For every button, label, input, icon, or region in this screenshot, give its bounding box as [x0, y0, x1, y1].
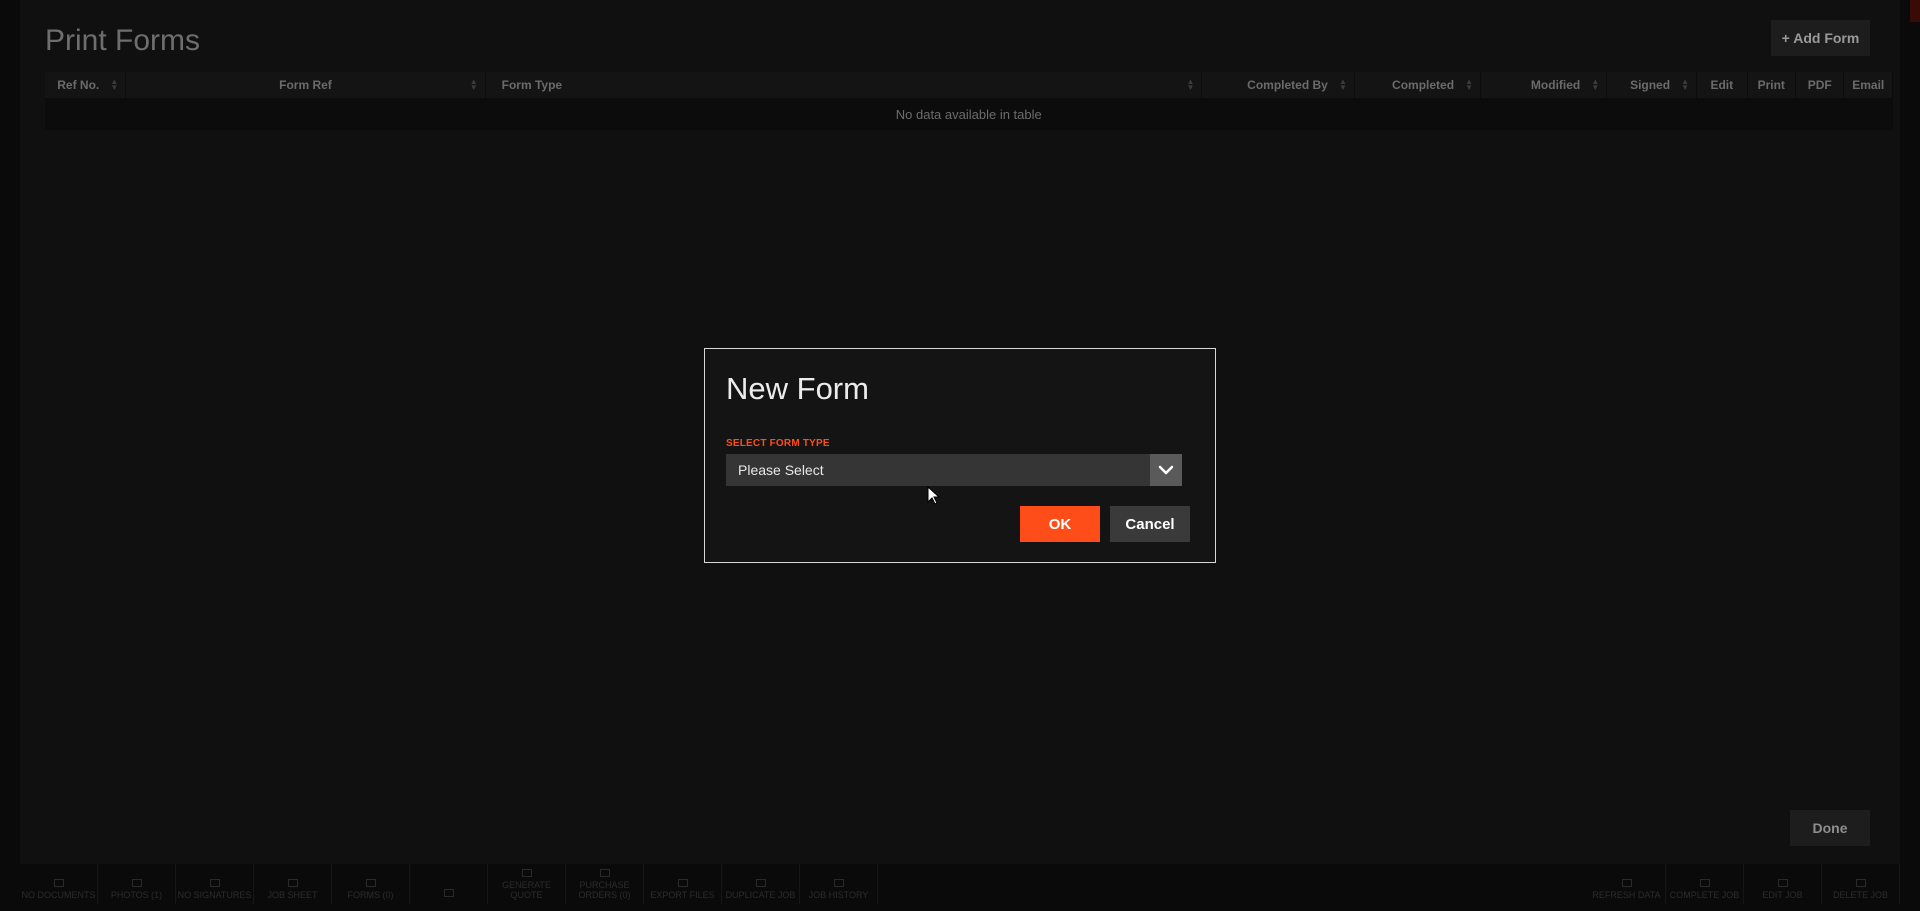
form-type-select[interactable]: Please Select — [726, 454, 1182, 486]
document-icon — [53, 879, 64, 887]
history-icon — [833, 879, 844, 887]
form-icon — [365, 879, 376, 887]
toolbar-button-signatures[interactable]: NO SIGNATURES — [176, 864, 254, 904]
column-pdf: PDF — [1795, 72, 1845, 98]
sort-icon: ▲ ▼ — [1591, 77, 1600, 92]
toolbar-button-job-sheet[interactable]: JOB SHEET — [254, 864, 332, 904]
table-row: No data available in table — [45, 98, 1893, 130]
add-form-button[interactable]: + Add Form — [1771, 20, 1870, 56]
toolbar-button-generate-quote[interactable]: GENERATE QUOTE — [488, 864, 566, 904]
sort-icon: ▲ ▼ — [1681, 77, 1690, 92]
export-icon — [677, 879, 688, 887]
cancel-button[interactable]: Cancel — [1110, 506, 1190, 542]
forms-table: Ref No. ▲ ▼ Form Ref ▲ ▼ Form Type ▲ ▼ Complet… — [45, 72, 1893, 130]
check-icon — [1699, 879, 1710, 887]
page-title: Print Forms — [45, 24, 201, 57]
toolbar-button-photos[interactable]: PHOTOS (1) — [98, 864, 176, 904]
camera-icon — [131, 879, 142, 887]
sort-icon: ▲ ▼ — [1338, 77, 1347, 92]
column-email: Email — [1843, 72, 1893, 98]
toolbar-button-forms[interactable]: FORMS (0) — [332, 864, 410, 904]
mouse-cursor-icon — [927, 486, 941, 505]
pen-icon — [209, 879, 220, 887]
toolbar-button-documents[interactable]: NO DOCUMENTS — [20, 864, 98, 904]
toolbar-button-refresh-data[interactable]: REFRESH DATA — [1588, 864, 1666, 904]
refresh-icon — [1621, 879, 1632, 887]
quote-icon — [521, 869, 532, 877]
column-ref-no[interactable]: Ref No. ▲ ▼ — [45, 72, 127, 98]
toolbar-left-group: NO DOCUMENTS PHOTOS (1) NO SIGNATURES JO… — [20, 864, 878, 904]
sort-icon: ▲ ▼ — [1186, 77, 1195, 92]
done-button[interactable]: Done — [1790, 810, 1870, 846]
toolbar-button-complete-job[interactable]: COMPLETE JOB — [1666, 864, 1744, 904]
form-type-select-value: Please Select — [738, 462, 824, 478]
chevron-down-icon[interactable] — [1150, 454, 1182, 486]
column-print: Print — [1747, 72, 1797, 98]
toolbar-button-purchase-orders[interactable]: PURCHASE ORDERS (0) — [566, 864, 644, 904]
blank-icon — [443, 889, 454, 897]
toolbar-button-delete-job[interactable]: DELETE JOB — [1822, 864, 1900, 904]
edit-icon — [1777, 879, 1788, 887]
screen: NO DOCUMENTS PHOTOS (1) NO SIGNATURES JO… — [0, 0, 1920, 911]
clipboard-icon — [287, 879, 298, 887]
column-signed[interactable]: Signed ▲ ▼ — [1606, 72, 1698, 98]
new-form-dialog: New Form SELECT FORM TYPE Please Select … — [704, 348, 1216, 563]
column-form-type[interactable]: Form Type ▲ ▼ — [485, 72, 1203, 98]
notification-corner — [1910, 0, 1920, 22]
toolbar-button-job-history[interactable]: JOB HISTORY — [800, 864, 878, 904]
toolbar-button-export-files[interactable]: EXPORT FILES — [644, 864, 722, 904]
column-form-ref[interactable]: Form Ref ▲ ▼ — [125, 72, 486, 98]
empty-table-message: No data available in table — [45, 98, 1893, 130]
toolbar-button-duplicate-job[interactable]: DUPLICATE JOB — [722, 864, 800, 904]
sort-icon: ▲ ▼ — [110, 77, 119, 92]
sort-icon: ▲ ▼ — [1465, 77, 1474, 92]
toolbar-button-disabled — [410, 864, 488, 904]
table-header-row: Ref No. ▲ ▼ Form Ref ▲ ▼ Form Type ▲ ▼ Complet… — [45, 72, 1893, 98]
trash-icon — [1855, 879, 1866, 887]
toolbar-right-group: REFRESH DATA COMPLETE JOB EDIT JOB DELET… — [1588, 864, 1900, 904]
form-type-label: SELECT FORM TYPE — [726, 438, 830, 449]
job-toolbar: NO DOCUMENTS PHOTOS (1) NO SIGNATURES JO… — [20, 864, 1900, 904]
dialog-title: New Form — [726, 371, 869, 406]
ok-button[interactable]: OK — [1020, 506, 1100, 542]
cart-icon — [599, 869, 610, 877]
sort-icon: ▲ ▼ — [469, 77, 478, 92]
column-edit: Edit — [1696, 72, 1748, 98]
column-completed-by[interactable]: Completed By ▲ ▼ — [1201, 72, 1355, 98]
column-completed[interactable]: Completed ▲ ▼ — [1354, 72, 1482, 98]
copy-icon — [755, 879, 766, 887]
column-modified[interactable]: Modified ▲ ▼ — [1480, 72, 1608, 98]
toolbar-button-edit-job[interactable]: EDIT JOB — [1744, 864, 1822, 904]
